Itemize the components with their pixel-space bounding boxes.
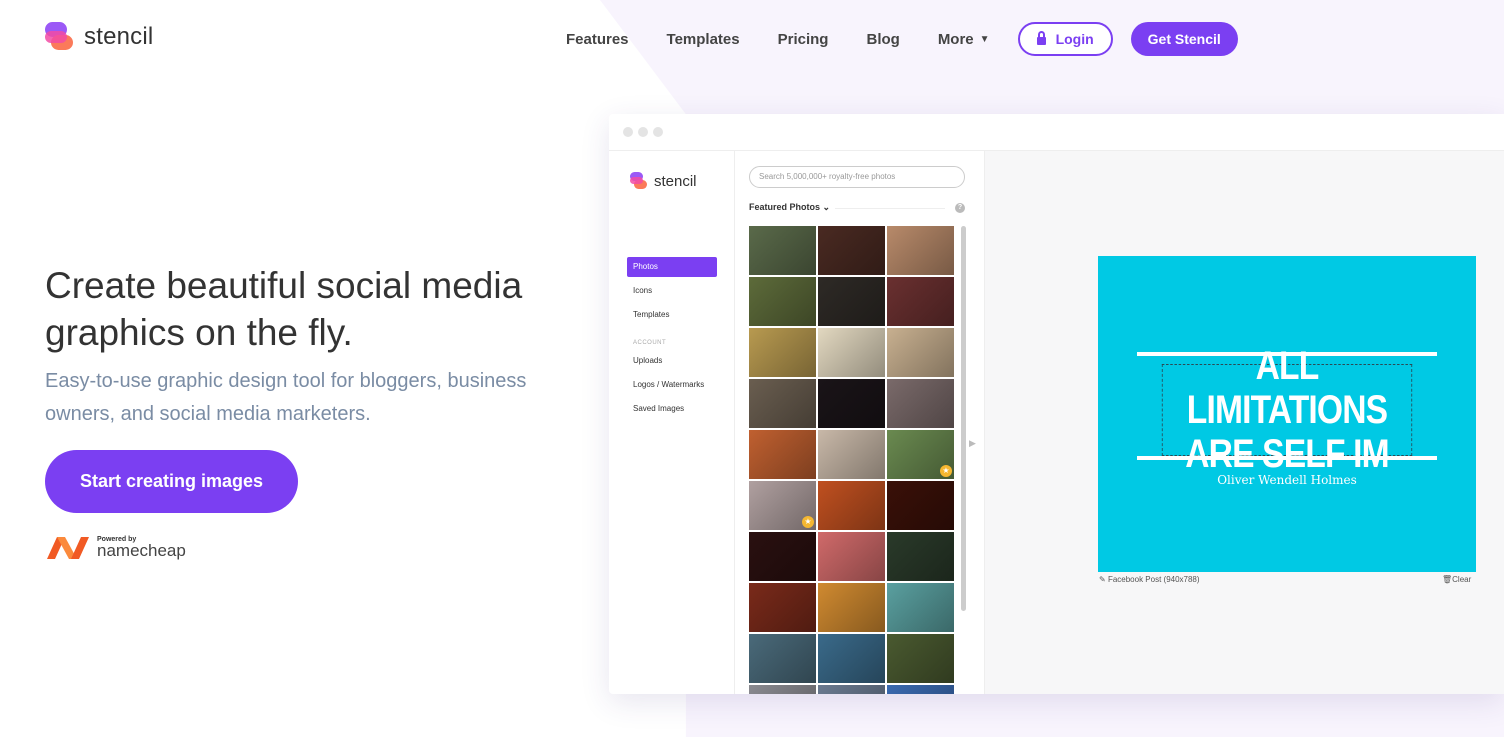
photo-thumbnail[interactable] xyxy=(749,532,816,581)
photo-thumbnail[interactable] xyxy=(887,277,954,326)
photo-grid: ★ ★ xyxy=(749,226,956,694)
hero-subtitle: Easy-to-use graphic design tool for blog… xyxy=(45,370,527,425)
trash-icon: 🗑 xyxy=(1442,575,1453,584)
hero-title: Create beautiful social media graphics o… xyxy=(45,265,523,353)
nav-templates[interactable]: Templates xyxy=(667,31,740,48)
sidebar-item-saved-images[interactable]: Saved Images xyxy=(627,399,717,419)
photo-thumbnail[interactable] xyxy=(749,379,816,428)
photo-thumbnail[interactable] xyxy=(749,685,816,694)
star-badge-icon: ★ xyxy=(802,516,814,528)
design-canvas[interactable]: ALL LIMITATIONS ARE SELF IM Oliver Wende… xyxy=(1098,256,1476,572)
photo-thumbnail[interactable] xyxy=(818,481,885,530)
photo-thumbnail[interactable] xyxy=(818,634,885,683)
photo-thumbnail[interactable] xyxy=(749,277,816,326)
photo-thumbnail[interactable] xyxy=(887,583,954,632)
featured-photos-dropdown[interactable]: Featured Photos ⌄ xyxy=(749,202,830,213)
app-side-menu: Photos Icons Templates ACCOUNT Uploads L… xyxy=(627,257,717,423)
divider xyxy=(835,208,945,209)
pencil-icon: ✎ xyxy=(1099,575,1108,584)
window-dot xyxy=(638,127,648,137)
namecheap-logo-icon xyxy=(47,537,89,559)
app-sidebar: stencil Photos Icons Templates ACCOUNT U… xyxy=(609,151,735,694)
star-badge-icon: ★ xyxy=(940,465,952,477)
nav-blog[interactable]: Blog xyxy=(866,31,899,48)
sidebar-item-uploads[interactable]: Uploads xyxy=(627,351,717,371)
app-brand-name: stencil xyxy=(654,172,697,190)
nav-more-dropdown[interactable]: More ▼ xyxy=(938,31,990,48)
get-stencil-button[interactable]: Get Stencil xyxy=(1130,22,1238,56)
main-nav: Features Templates Pricing Blog More ▼ L… xyxy=(566,22,1238,56)
quote-rule-bottom xyxy=(1137,456,1437,460)
photo-thumbnail[interactable] xyxy=(749,634,816,683)
canvas-size-label: Facebook Post (940x788) xyxy=(1107,575,1200,584)
photo-thumbnail[interactable] xyxy=(749,226,816,275)
nav-features[interactable]: Features xyxy=(566,31,629,48)
chevron-down-icon: ⌄ xyxy=(822,202,831,212)
login-button[interactable]: Login xyxy=(1017,22,1113,56)
photo-thumbnail[interactable] xyxy=(818,685,885,694)
photo-thumbnail[interactable] xyxy=(749,328,816,377)
window-dot xyxy=(653,127,663,137)
photo-thumbnail[interactable] xyxy=(818,583,885,632)
photo-thumbnail[interactable] xyxy=(818,379,885,428)
canvas-size-link[interactable]: ✎ Facebook Post (940x788) xyxy=(1099,575,1200,584)
photo-thumbnail[interactable] xyxy=(749,583,816,632)
quote-line-1: ALL LIMITATIONS xyxy=(1186,344,1388,432)
help-icon[interactable]: ? xyxy=(955,203,965,213)
canvas-area: ALL LIMITATIONS ARE SELF IM Oliver Wende… xyxy=(985,151,1504,694)
brand-name: stencil xyxy=(84,23,154,50)
photo-thumbnail[interactable] xyxy=(887,532,954,581)
lock-icon xyxy=(1036,30,1046,45)
namecheap-label: namecheap xyxy=(97,540,186,560)
powered-by-namecheap[interactable]: Powered by namecheap xyxy=(45,533,186,561)
quote-line-2: ARE SELF IM xyxy=(1185,432,1389,476)
photo-thumbnail[interactable] xyxy=(818,430,885,479)
photo-thumbnail[interactable]: ★ xyxy=(887,430,954,479)
window-titlebar xyxy=(609,114,1504,151)
stencil-logo-icon xyxy=(630,172,648,190)
nav-pricing[interactable]: Pricing xyxy=(778,31,829,48)
sidebar-item-icons[interactable]: Icons xyxy=(627,281,717,301)
background-wedge xyxy=(600,0,695,115)
photo-thumbnail[interactable] xyxy=(887,481,954,530)
featured-photos-label: Featured Photos xyxy=(749,202,821,212)
sidebar-item-logos-watermarks[interactable]: Logos / Watermarks xyxy=(627,375,717,395)
photo-thumbnail[interactable] xyxy=(749,430,816,479)
photo-scrollbar[interactable] xyxy=(961,226,966,611)
window-dot xyxy=(623,127,633,137)
app-logo: stencil xyxy=(630,172,697,190)
photo-thumbnail[interactable] xyxy=(887,634,954,683)
login-label: Login xyxy=(1055,31,1094,47)
sidebar-section-account: ACCOUNT xyxy=(633,340,667,346)
quote-author[interactable]: Oliver Wendell Holmes xyxy=(1098,473,1476,487)
photo-thumbnail[interactable] xyxy=(887,379,954,428)
sidebar-item-photos[interactable]: Photos xyxy=(627,257,717,277)
photo-thumbnail[interactable] xyxy=(818,226,885,275)
photo-thumbnail[interactable]: ★ xyxy=(749,481,816,530)
photos-panel: Search 5,000,000+ royalty-free photos Fe… xyxy=(735,151,985,694)
caret-down-icon: ▼ xyxy=(979,33,990,45)
nav-more-label: More xyxy=(937,30,974,48)
app-preview: stencil Photos Icons Templates ACCOUNT U… xyxy=(609,114,1504,694)
photo-search-input[interactable]: Search 5,000,000+ royalty-free photos xyxy=(749,166,965,188)
photo-thumbnail[interactable] xyxy=(818,532,885,581)
photo-thumbnail[interactable] xyxy=(818,277,885,326)
collapse-panel-icon[interactable]: ▶ xyxy=(969,438,976,449)
photo-thumbnail[interactable] xyxy=(818,328,885,377)
clear-label: Clear xyxy=(1452,575,1472,584)
clear-canvas-button[interactable]: 🗑Clear xyxy=(1442,575,1471,584)
photo-thumbnail[interactable] xyxy=(887,685,954,694)
photo-thumbnail[interactable] xyxy=(887,328,954,377)
quote-text-box[interactable]: ALL LIMITATIONS ARE SELF IM xyxy=(1161,344,1413,476)
photo-thumbnail[interactable] xyxy=(887,226,954,275)
sidebar-item-templates[interactable]: Templates xyxy=(627,305,717,325)
start-creating-button[interactable]: Start creating images xyxy=(45,450,298,513)
brand-logo[interactable]: stencil xyxy=(45,22,153,52)
stencil-logo-icon xyxy=(45,22,75,52)
